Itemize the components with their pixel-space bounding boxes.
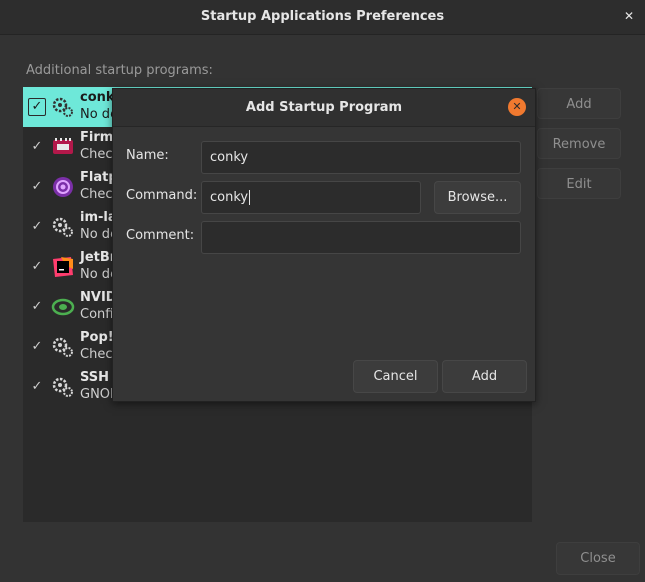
gears-icon xyxy=(52,217,73,237)
window-title: Startup Applications Preferences xyxy=(200,9,445,24)
checkbox[interactable]: ✓ xyxy=(29,259,45,275)
checkbox[interactable]: ✓ xyxy=(29,219,45,235)
checkbox[interactable]: ✓ xyxy=(29,179,45,195)
dialog-title: Add Startup Program xyxy=(245,100,403,115)
command-field[interactable]: conky xyxy=(201,181,421,214)
firmware-chip-icon xyxy=(53,138,73,154)
flatpak-icon xyxy=(53,177,73,197)
window-close-icon[interactable]: ✕ xyxy=(621,8,637,24)
dialog-header: Add Startup Program ✕ xyxy=(113,89,535,127)
name-field[interactable]: conky xyxy=(201,141,521,174)
add-button[interactable]: Add xyxy=(537,88,621,119)
browse-button[interactable]: Browse... xyxy=(434,181,521,214)
add-startup-program-dialog: Add Startup Program ✕ Name: conky Comman… xyxy=(112,88,536,402)
checkbox[interactable]: ✓ xyxy=(28,98,46,116)
remove-button[interactable]: Remove xyxy=(537,128,621,159)
gears-icon xyxy=(52,97,73,117)
dialog-close-icon[interactable]: ✕ xyxy=(508,98,526,116)
checkbox[interactable]: ✓ xyxy=(29,299,45,315)
comment-field[interactable] xyxy=(201,221,521,254)
gears-icon xyxy=(52,377,73,397)
checkbox[interactable]: ✓ xyxy=(29,339,45,355)
command-label: Command: xyxy=(126,188,198,203)
close-button[interactable]: Close xyxy=(556,542,640,575)
gears-icon xyxy=(52,337,73,357)
cancel-button[interactable]: Cancel xyxy=(353,360,438,393)
jetbrains-icon xyxy=(53,257,73,277)
command-value: conky xyxy=(210,190,249,205)
name-label: Name: xyxy=(126,148,169,163)
title-bar: Startup Applications Preferences ✕ xyxy=(0,0,645,35)
edit-button[interactable]: Edit xyxy=(537,168,621,199)
checkbox[interactable]: ✓ xyxy=(29,139,45,155)
comment-label: Comment: xyxy=(126,228,195,243)
checkbox[interactable]: ✓ xyxy=(29,379,45,395)
section-label: Additional startup programs: xyxy=(26,63,213,78)
text-caret xyxy=(249,190,251,205)
dialog-add-button[interactable]: Add xyxy=(442,360,527,393)
nvidia-icon xyxy=(51,298,75,316)
